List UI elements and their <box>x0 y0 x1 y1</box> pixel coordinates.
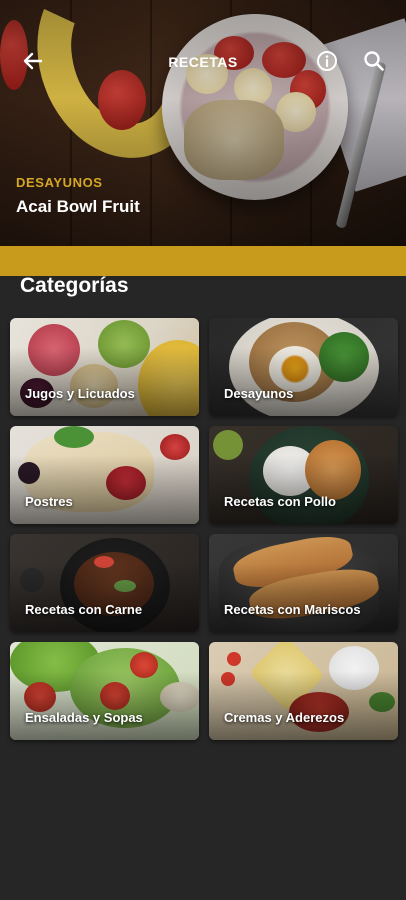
category-label: Ensaladas y Sopas <box>25 710 143 725</box>
featured-category: DESAYUNOS <box>16 175 103 190</box>
top-bar: RECETAS <box>0 42 406 82</box>
featured-recipe-name: Acai Bowl Fruit <box>16 197 140 216</box>
info-button[interactable] <box>315 49 339 73</box>
card-shade <box>10 534 199 632</box>
featured-recipe-hero[interactable]: RECETAS DESAYUNOS Acai Bowl Fruit <box>0 0 406 246</box>
card-shade <box>209 426 398 524</box>
section-banner: Categorías <box>0 246 406 309</box>
category-card-ensaladas[interactable]: Ensaladas y Sopas <box>10 642 199 740</box>
screen-title: RECETAS <box>168 54 238 70</box>
section-heading: Categorías <box>20 274 129 297</box>
category-label: Desayunos <box>224 386 294 401</box>
category-label: Jugos y Licuados <box>25 386 135 401</box>
category-card-mariscos[interactable]: Recetas con Mariscos <box>209 534 398 632</box>
category-label: Cremas y Aderezos <box>224 710 345 725</box>
info-icon <box>317 51 337 71</box>
card-shade <box>209 642 398 740</box>
card-shade <box>209 534 398 632</box>
category-label: Postres <box>25 494 73 509</box>
category-card-cremas[interactable]: Cremas y Aderezos <box>209 642 398 740</box>
category-card-pollo[interactable]: Recetas con Pollo <box>209 426 398 524</box>
search-icon <box>364 51 384 71</box>
search-button[interactable] <box>362 49 386 73</box>
card-shade <box>209 318 398 416</box>
category-card-jugos[interactable]: Jugos y Licuados <box>10 318 199 416</box>
card-shade <box>10 318 199 416</box>
category-card-postres[interactable]: Postres <box>10 426 199 524</box>
category-card-carne[interactable]: Recetas con Carne <box>10 534 199 632</box>
card-shade <box>10 426 199 524</box>
category-label: Recetas con Mariscos <box>224 602 361 617</box>
category-label: Recetas con Carne <box>25 602 143 617</box>
card-shade <box>10 642 199 740</box>
category-card-desayunos[interactable]: Desayunos <box>209 318 398 416</box>
category-label: Recetas con Pollo <box>224 494 336 509</box>
